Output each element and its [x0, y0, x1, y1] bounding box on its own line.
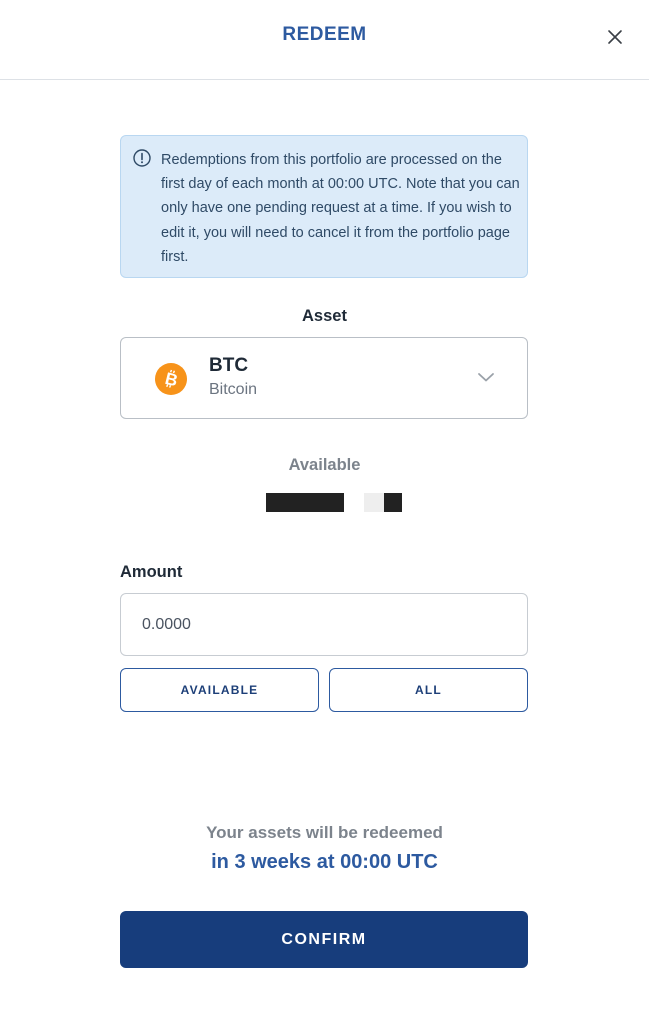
modal-header: REDEEM — [0, 0, 649, 80]
info-notice: Redemptions from this portfolio are proc… — [120, 135, 528, 278]
info-icon — [133, 149, 151, 167]
close-button[interactable] — [602, 24, 628, 50]
chevron-down-icon — [478, 373, 494, 382]
asset-name: Bitcoin — [209, 381, 258, 398]
redeem-time: in 3 weeks at 00:00 UTC — [211, 851, 438, 873]
amount-label: Amount — [120, 563, 183, 581]
asset-select[interactable]: B BTC Bitcoin — [120, 337, 528, 419]
redeem-note: Your assets will be redeemed — [206, 823, 443, 842]
confirm-button[interactable]: CONFIRM — [120, 911, 528, 968]
available-unit-redacted-dark — [384, 493, 402, 512]
available-amount-redacted — [266, 493, 344, 512]
bitcoin-icon: B — [155, 363, 187, 395]
available-unit-redacted — [364, 493, 384, 512]
asset-label: Asset — [302, 307, 347, 325]
all-button[interactable]: ALL — [329, 668, 528, 712]
available-label: Available — [288, 456, 361, 474]
modal-title: REDEEM — [282, 24, 367, 45]
available-button[interactable]: AVAILABLE — [120, 668, 319, 712]
notice-text: Redemptions from this portfolio are proc… — [161, 152, 520, 265]
amount-input[interactable] — [120, 593, 528, 656]
asset-code: BTC — [209, 355, 249, 376]
close-icon — [608, 30, 622, 44]
